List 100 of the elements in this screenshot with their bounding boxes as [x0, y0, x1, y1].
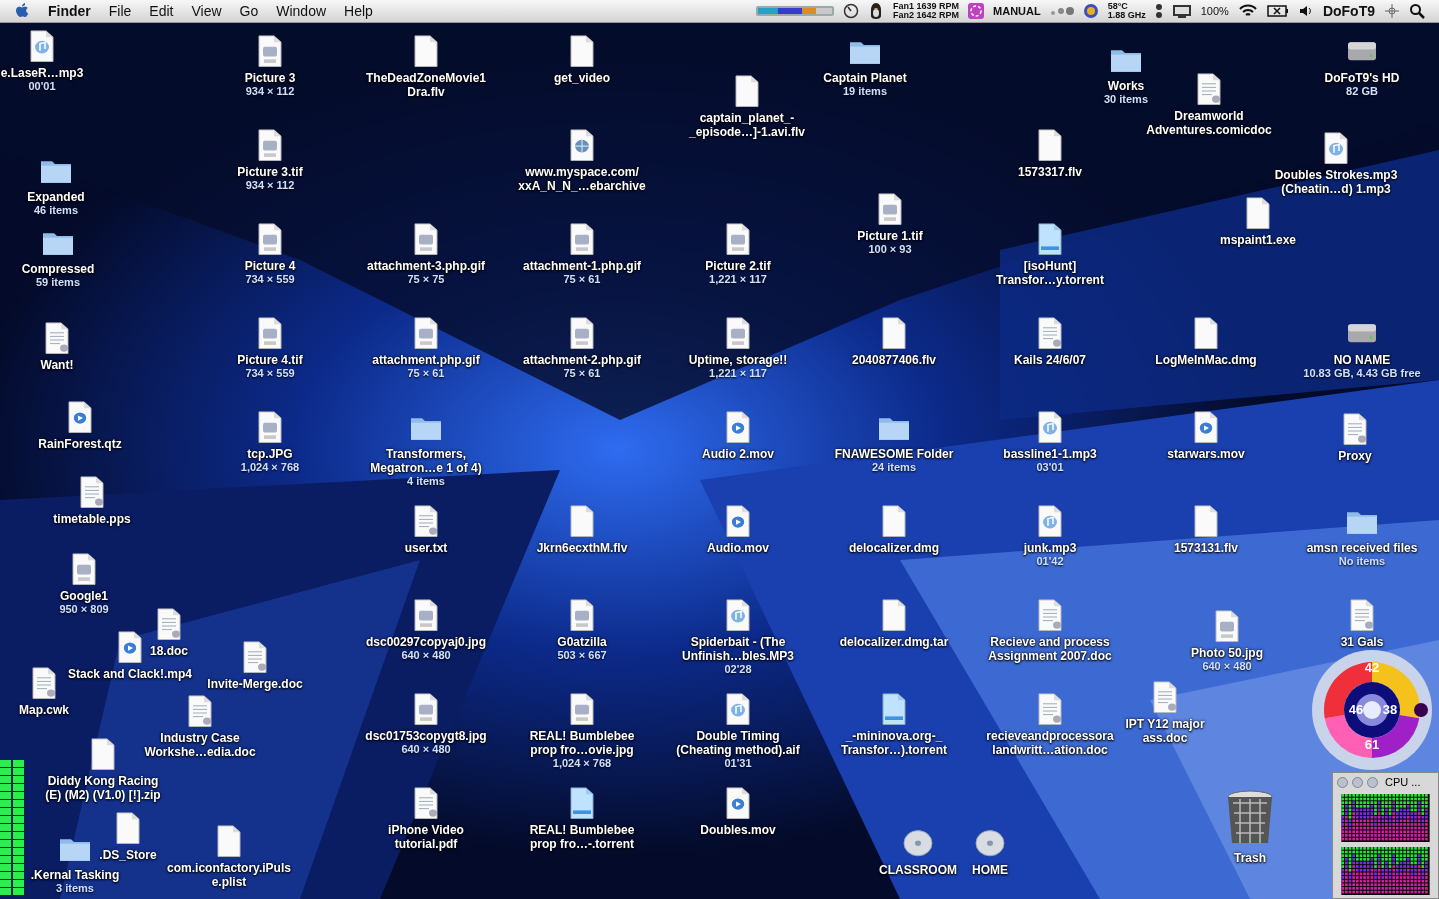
file-name[interactable]: Works: [1107, 79, 1145, 93]
file-name[interactable]: Captain Planet: [823, 71, 907, 85]
file-name[interactable]: RainForest.qtz: [38, 437, 122, 451]
file-name[interactable]: attachment.php.gif: [372, 353, 480, 367]
file-name[interactable]: Dreamworld Adventures.comicdoc: [1146, 109, 1272, 137]
file-name[interactable]: Doubles.mov: [700, 823, 776, 837]
menu-item[interactable]: Edit: [149, 3, 174, 19]
menu-item[interactable]: View: [191, 3, 222, 19]
file-name[interactable]: Industry Case Workshe…edia.doc: [144, 731, 256, 759]
file-name[interactable]: captain_planet_- _episode…]-1.avi.flv: [688, 111, 805, 139]
file-name[interactable]: 1573131.flv: [1173, 541, 1239, 555]
file-name[interactable]: [isoHunt] Transfor…y.torrent: [996, 259, 1104, 287]
app-menu[interactable]: Finder: [48, 3, 91, 19]
penguin-icon[interactable]: [868, 2, 884, 20]
file-name[interactable]: _-mininova.org-_ Transfor…).torrent: [841, 729, 947, 757]
file-name[interactable]: Expanded: [27, 190, 85, 204]
file-name[interactable]: Picture 3.tif: [237, 165, 303, 179]
file-name[interactable]: iPhone Video tutorial.pdf: [388, 823, 464, 851]
file-name[interactable]: timetable.pps: [53, 512, 131, 526]
file-name[interactable]: Picture 2.tif: [705, 259, 771, 273]
file-name[interactable]: 18.doc: [150, 644, 188, 658]
file-name[interactable]: REAL! Bumblebee prop fro…ovie.jpg: [529, 729, 635, 757]
file-name[interactable]: Trash: [1234, 851, 1266, 865]
menu-item[interactable]: Window: [276, 3, 327, 19]
file-name[interactable]: Transformers, Megatron…e 1 of 4): [370, 447, 482, 475]
menu-item[interactable]: Help: [344, 3, 373, 19]
file-name[interactable]: Recieve and process Assignment 2007.doc: [988, 635, 1112, 663]
file-name[interactable]: HOME: [972, 863, 1008, 877]
display-icon[interactable]: [1171, 3, 1192, 19]
wifi-icon[interactable]: [1237, 3, 1258, 19]
file-name[interactable]: REAL! Bumblebee prop fro…-.torrent: [529, 823, 635, 851]
file-name[interactable]: 2040877406.flv: [851, 353, 937, 367]
file-name[interactable]: 1573317.flv: [1017, 165, 1083, 179]
search-icon[interactable]: [1409, 3, 1425, 19]
file-name[interactable]: dsc00297copyaj0.jpg: [365, 635, 487, 649]
file-name[interactable]: recieveandprocessora landwritt…ation.doc: [986, 729, 1114, 757]
file-name[interactable]: Audio.mov: [707, 541, 769, 555]
file-name[interactable]: tcp.JPG: [247, 447, 293, 461]
file-name[interactable]: Stack and Clack!.mp4: [67, 667, 193, 681]
file-name[interactable]: Invite-Merge.doc: [207, 677, 303, 691]
file-name[interactable]: Want!: [40, 358, 74, 372]
file-name[interactable]: Picture 1.tif: [857, 229, 923, 243]
file-name[interactable]: Map.cwk: [19, 703, 69, 717]
file-name[interactable]: Picture 4: [244, 259, 296, 273]
volume-icon[interactable]: [1297, 4, 1314, 18]
file-name[interactable]: Photo 50.jpg: [1191, 646, 1263, 660]
file-name[interactable]: Audio 2.mov: [702, 447, 774, 461]
timer-icon[interactable]: [843, 3, 859, 19]
dots-icon[interactable]: [1049, 6, 1074, 16]
memory-meter-drawing[interactable]: [756, 5, 834, 17]
file-name[interactable]: bassline1-1.mp3: [1003, 447, 1097, 461]
file-name[interactable]: Spiderbait - (The Unfinish…bles.MP3: [682, 635, 794, 663]
file-name[interactable]: FNAWESOME Folder: [834, 447, 954, 461]
file-name[interactable]: www.myspace.com/ xxA_N_N_…ebarchive: [518, 165, 646, 193]
file-name[interactable]: NO NAME: [1333, 353, 1391, 367]
file-name[interactable]: Picture 4.tif: [237, 353, 303, 367]
coin-icon[interactable]: [1082, 3, 1099, 19]
menu-item[interactable]: Go: [239, 3, 259, 19]
file-name[interactable]: attachment-2.php.gif: [523, 353, 641, 367]
fan-icon[interactable]: [968, 3, 985, 19]
disc-icon[interactable]: [974, 827, 1006, 859]
file-name[interactable]: TheDeadZoneMovie1 Dra.flv: [366, 71, 486, 99]
file-name[interactable]: Picture 3: [244, 71, 296, 85]
file-name[interactable]: 31 Gals: [1340, 635, 1384, 649]
file-name[interactable]: DoFoT9's HD: [1324, 71, 1400, 85]
file-name[interactable]: .Kernal Tasking: [30, 868, 120, 882]
file-name[interactable]: Diddy Kong Racing (E) (M2) (V1.0) [!].zip: [45, 774, 161, 802]
file-name[interactable]: junk.mp3: [1023, 541, 1077, 555]
toggle-icon[interactable]: [1154, 3, 1163, 19]
file-name[interactable]: Jkrn6ecxthM.flv: [536, 541, 628, 555]
file-name[interactable]: attachment-3.php.gif: [367, 259, 485, 273]
file-name[interactable]: Google1: [60, 589, 108, 603]
file-name[interactable]: Uptime, storage!!: [688, 353, 788, 367]
battery-icon[interactable]: [1266, 4, 1289, 18]
file-name[interactable]: user.txt: [404, 541, 448, 555]
compass-icon[interactable]: [1384, 3, 1400, 19]
menu-item[interactable]: File: [108, 3, 132, 19]
file-name[interactable]: Kails 24/6/07: [1013, 353, 1087, 367]
file-name[interactable]: Compressed: [21, 262, 95, 276]
apple-logo-icon[interactable]: [14, 2, 30, 20]
file-name[interactable]: Double Timing (Cheating method).aif: [676, 729, 800, 757]
file-name[interactable]: get_video: [554, 71, 610, 85]
file-name[interactable]: delocalizer.dmg: [849, 541, 939, 555]
file-name[interactable]: starwars.mov: [1167, 447, 1245, 461]
file-name[interactable]: Proxy: [1338, 449, 1372, 463]
fan-mode-text[interactable]: MANUAL: [993, 5, 1041, 17]
file-name[interactable]: delocalizer.dmg.tar: [839, 635, 949, 649]
file-name[interactable]: dsc01753copygt8.jpg: [365, 729, 487, 743]
file-name[interactable]: amsn received files: [1306, 541, 1418, 555]
file-name[interactable]: G0atzilla: [557, 635, 607, 649]
file-name[interactable]: e.LaseR…mp3: [0, 66, 84, 80]
file-name[interactable]: .DS_Store: [99, 848, 157, 862]
file-name[interactable]: Doubles Strokes.mp3 (Cheatin…d) 1.mp3: [1274, 168, 1398, 196]
file-name[interactable]: mspaint1.exe: [1219, 233, 1296, 247]
battery-percent-text[interactable]: 100%: [1200, 5, 1229, 17]
file-name[interactable]: com.iconfactory.iPuls e.plist: [167, 861, 291, 889]
file-name[interactable]: LogMeInMac.dmg: [1155, 353, 1257, 367]
user-name[interactable]: DoFoT9: [1322, 3, 1375, 19]
file-name[interactable]: IPT Y12 major ass.doc: [1125, 717, 1205, 745]
file-name[interactable]: attachment-1.php.gif: [523, 259, 641, 273]
